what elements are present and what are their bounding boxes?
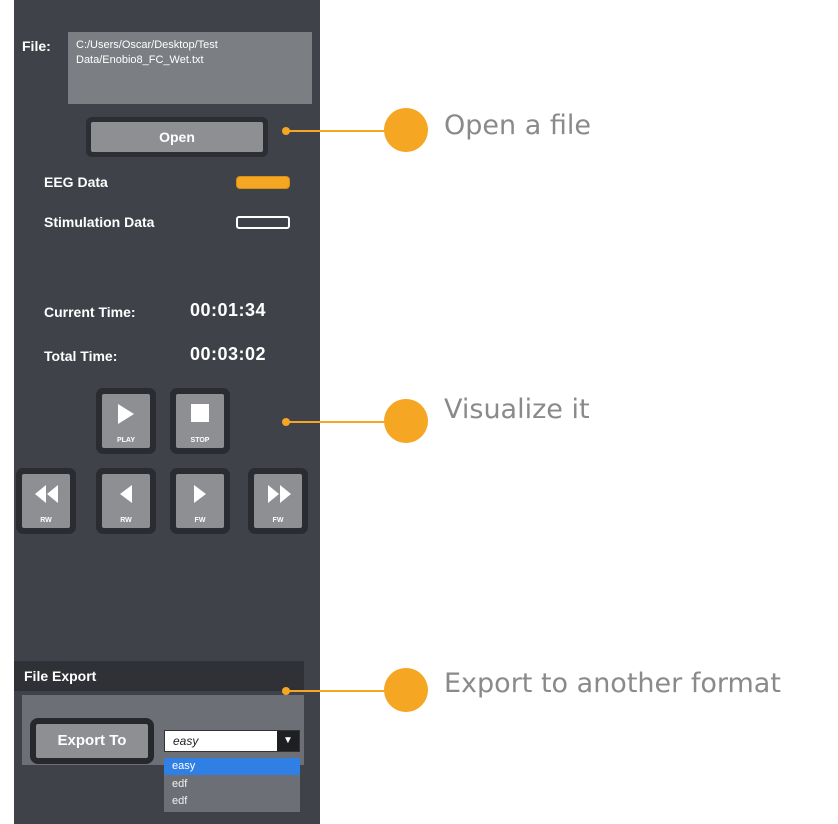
callout-export-text: Export to another format bbox=[444, 668, 781, 699]
rewind-icon bbox=[120, 485, 132, 503]
forward-button[interactable]: FW bbox=[170, 468, 230, 534]
stop-caption: STOP bbox=[190, 437, 210, 444]
fast-rewind-caption: RW bbox=[40, 517, 52, 524]
export-to-label: Export To bbox=[36, 724, 148, 758]
format-option-edf-2[interactable]: edf bbox=[164, 793, 300, 810]
callout-visualize-dot bbox=[384, 399, 428, 443]
fast-rewind-icon bbox=[35, 485, 58, 503]
format-option-easy[interactable]: easy bbox=[164, 758, 300, 775]
callout-open-dot bbox=[384, 108, 428, 152]
forward-caption: FW bbox=[194, 517, 206, 524]
stimulation-data-label: Stimulation Data bbox=[44, 214, 155, 230]
eeg-data-swatch[interactable] bbox=[236, 176, 290, 189]
format-option-edf[interactable]: edf bbox=[164, 776, 300, 793]
rewind-face: RW bbox=[102, 474, 150, 528]
callout-visualize-text: Visualize it bbox=[444, 394, 590, 425]
stop-button-face: STOP bbox=[176, 394, 224, 448]
export-format-select[interactable]: easy ▼ bbox=[164, 730, 300, 752]
open-button[interactable]: Open bbox=[86, 117, 268, 157]
callout-export-line bbox=[286, 690, 386, 692]
export-format-value: easy bbox=[173, 734, 199, 748]
fast-forward-face: FW bbox=[254, 474, 302, 528]
play-icon bbox=[118, 404, 134, 424]
chevron-down-icon[interactable]: ▼ bbox=[277, 731, 299, 751]
play-button-face: PLAY bbox=[102, 394, 150, 448]
file-path-line-2: Data/Enobio8_FC_Wet.txt bbox=[76, 54, 204, 66]
callout-visualize-line bbox=[286, 421, 386, 423]
callout-open-line bbox=[286, 130, 386, 132]
total-time-label: Total Time: bbox=[44, 348, 118, 364]
stop-button[interactable]: STOP bbox=[170, 388, 230, 454]
total-time-value: 00:03:02 bbox=[190, 344, 267, 364]
file-label: File: bbox=[22, 38, 51, 54]
current-time-label: Current Time: bbox=[44, 304, 136, 320]
open-button-label: Open bbox=[91, 122, 263, 152]
fast-forward-icon bbox=[268, 485, 291, 503]
file-path-field[interactable]: C:/Users/Oscar/Desktop/Test Data/Enobio8… bbox=[68, 32, 312, 104]
rewind-caption: RW bbox=[120, 517, 132, 524]
eeg-data-label: EEG Data bbox=[44, 174, 108, 190]
callout-open-text: Open a file bbox=[444, 110, 591, 141]
fast-rewind-face: RW bbox=[22, 474, 70, 528]
fast-forward-button[interactable]: FW bbox=[248, 468, 308, 534]
forward-icon bbox=[194, 485, 206, 503]
stop-icon bbox=[191, 404, 209, 422]
play-button[interactable]: PLAY bbox=[96, 388, 156, 454]
file-export-title: File Export bbox=[24, 668, 97, 684]
current-time-value: 00:01:34 bbox=[190, 300, 267, 320]
file-path-line-1: C:/Users/Oscar/Desktop/Test bbox=[76, 39, 218, 51]
play-caption: PLAY bbox=[116, 437, 136, 444]
export-to-button[interactable]: Export To bbox=[30, 718, 154, 764]
forward-face: FW bbox=[176, 474, 224, 528]
stimulation-data-swatch[interactable] bbox=[236, 216, 290, 229]
export-format-dropdown: easy edf edf bbox=[164, 756, 300, 812]
fast-rewind-button[interactable]: RW bbox=[16, 468, 76, 534]
callout-export-dot bbox=[384, 668, 428, 712]
fast-forward-caption: FW bbox=[272, 517, 284, 524]
rewind-button[interactable]: RW bbox=[96, 468, 156, 534]
